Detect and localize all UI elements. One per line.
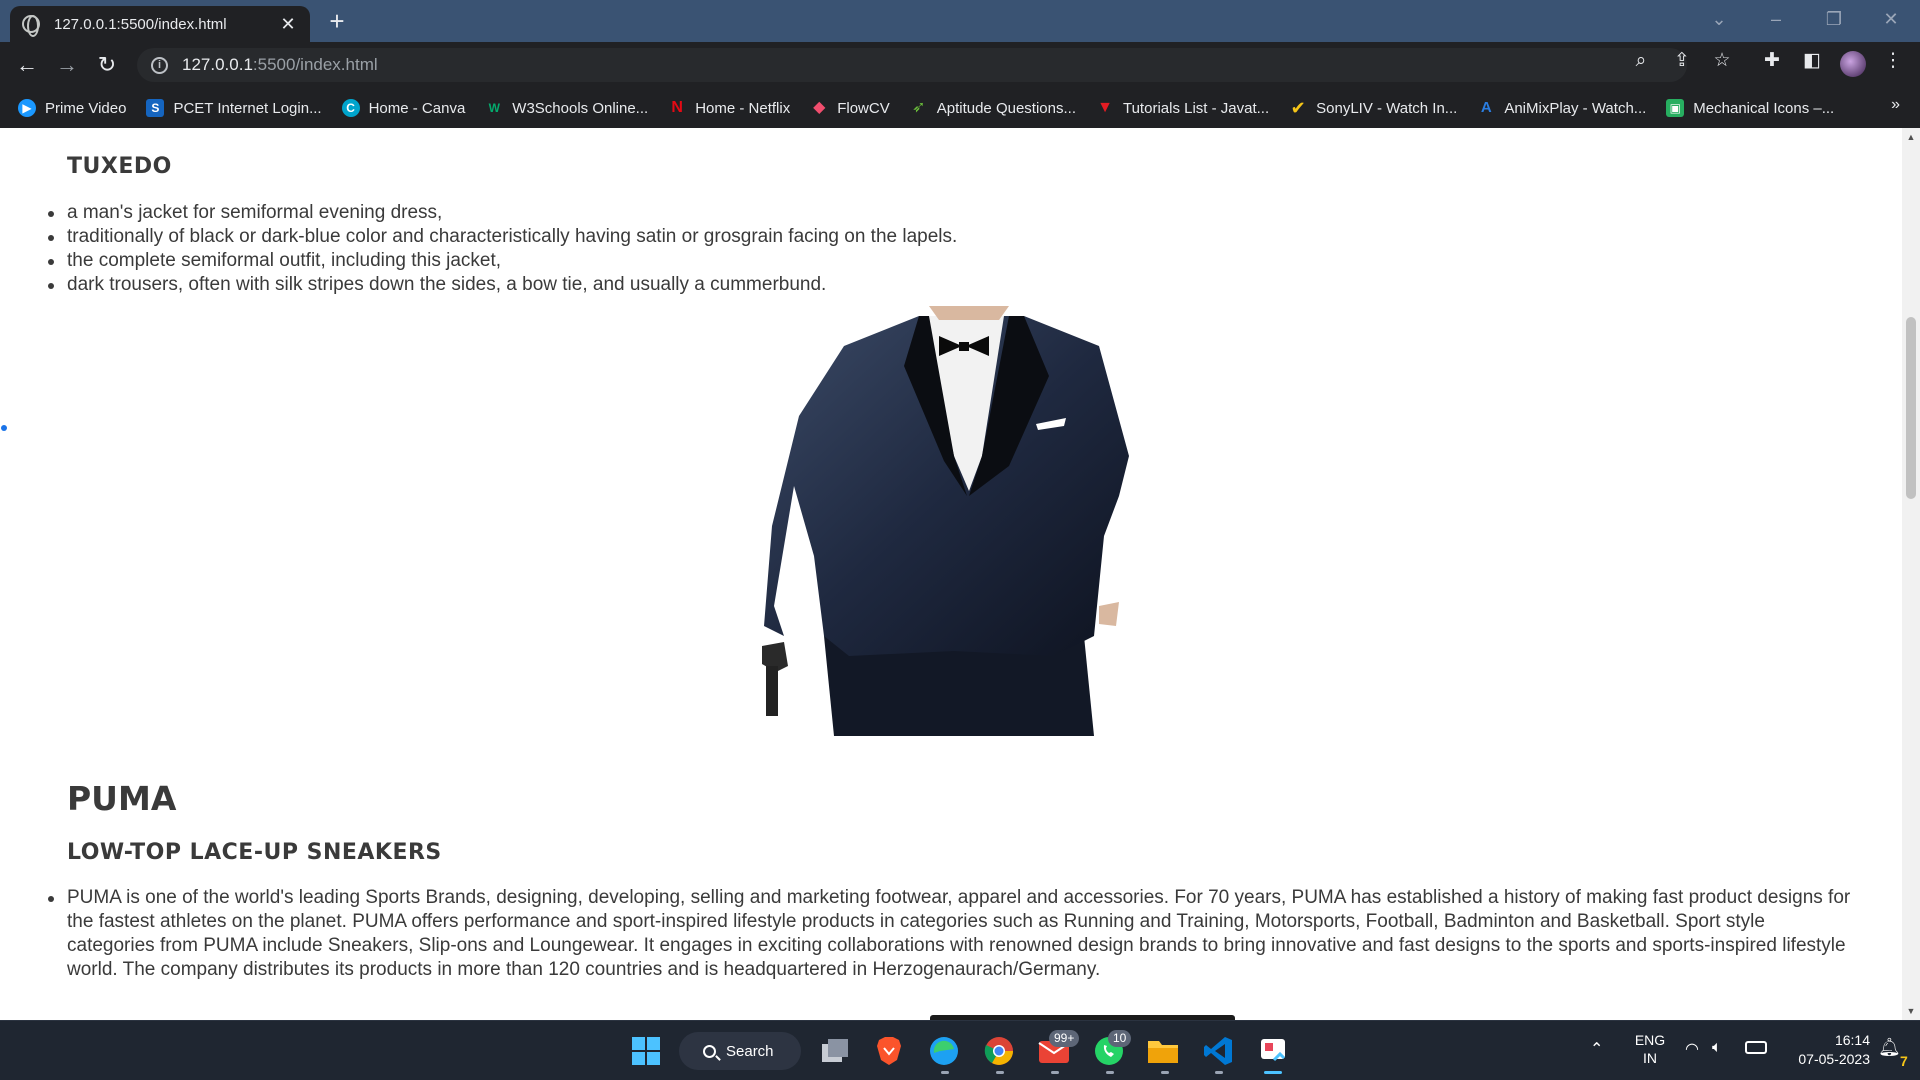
start-icon[interactable] [628,1033,664,1069]
bookmark-item[interactable]: W W3Schools Online... [485,99,649,117]
scroll-down-icon[interactable]: ▼ [1906,1006,1916,1016]
chrome-icon[interactable] [981,1033,1017,1069]
vscode-icon[interactable] [1200,1033,1236,1069]
mechanical-icons-icon: ▣ [1666,99,1685,117]
aptitude-icon: ➶ [912,99,926,116]
scroll-up-icon[interactable]: ▲ [1906,132,1916,142]
puma-title: PUMA [67,779,177,818]
list-item: a man's jacket for semiformal evening dr… [45,201,957,225]
bookmark-item[interactable]: S PCET Internet Login... [146,99,322,117]
prime-video-icon: ▶ [18,99,36,117]
snipping-tool-icon[interactable] [1255,1033,1291,1069]
sonyliv-icon: ✔ [1290,98,1306,118]
bookmarks-bar: ▶ Prime Video S PCET Internet Login... C Ho… [0,88,1920,128]
clock[interactable]: 16:14 07-05-2023 [1780,1031,1870,1069]
tab-close-icon[interactable]: ✕ [278,14,298,35]
notification-count: 7 [1900,1053,1908,1069]
whatsapp-badge: 10 [1108,1030,1132,1047]
task-view-icon[interactable] [817,1033,853,1069]
zoom-icon[interactable]: ⌕ [1628,48,1654,74]
side-panel-icon[interactable]: ◧ [1799,48,1825,74]
running-indicator [1051,1071,1059,1074]
browser-titlebar: 127.0.0.1:5500/index.html ✕ + ⌄ – ❐ ✕ [0,0,1920,42]
search-icon [703,1044,716,1058]
netflix-icon: N [671,99,683,116]
tab-search-icon[interactable]: ⌄ [1690,0,1748,42]
site-info-icon[interactable]: i [151,56,168,74]
list-item: dark trousers, often with silk stripes d… [45,273,957,297]
active-indicator [1264,1071,1282,1074]
bookmark-item[interactable]: ◆ FlowCV [810,99,890,117]
animixplay-icon: A [1480,99,1492,116]
url-host: 127.0.0.1 [182,55,253,74]
forward-icon[interactable]: → [52,50,82,80]
running-indicator [1161,1071,1169,1074]
page-viewport: TUXEDO a man's jacket for semiformal eve… [0,128,1902,1020]
extensions-icon[interactable]: ✚ [1759,48,1785,74]
new-tab-button[interactable]: + [322,6,352,36]
back-icon[interactable]: ← [12,50,42,80]
running-indicator [941,1071,949,1074]
mail-badge: 99+ [1049,1030,1080,1047]
notification-bell-icon[interactable]: 🔔︎ [1878,1037,1901,1058]
list-item: PUMA is one of the world's leading Sport… [45,886,1855,982]
running-indicator [1215,1071,1223,1074]
tuxedo-list: a man's jacket for semiformal evening dr… [45,201,957,297]
canva-icon: C [341,99,360,117]
show-hidden-icons[interactable]: ⌃ [1590,1039,1603,1059]
bookmark-star-icon[interactable]: ☆ [1709,48,1735,74]
edge-icon[interactable] [926,1033,962,1069]
bookmark-item[interactable]: ▣ Mechanical Icons –... [1666,99,1834,117]
file-explorer-icon[interactable] [1145,1033,1181,1069]
tab-title: 127.0.0.1:5500/index.html [54,15,227,33]
battery-icon[interactable] [1745,1041,1767,1054]
restore-button[interactable]: ❐ [1805,0,1863,42]
list-item: the complete semiformal outfit, includin… [45,249,957,273]
running-indicator [996,1071,1004,1074]
pcet-icon: S [146,99,165,117]
list-item: traditionally of black or dark-blue colo… [45,225,957,249]
bookmark-item[interactable]: ✔ SonyLIV - Watch In... [1289,98,1458,118]
puma-list: PUMA is one of the world's leading Sport… [45,886,1855,982]
taskbar-search[interactable]: Search [679,1032,801,1070]
bookmark-item[interactable]: A AniMixPlay - Watch... [1477,99,1646,117]
focus-dot [1,425,7,431]
language-indicator[interactable]: ENG IN [1630,1031,1670,1067]
browser-toolbar: ← → ↻ i 127.0.0.1:5500/index.html ⌕ ⇪ ☆ … [0,42,1920,88]
w3schools-icon: W [488,101,500,115]
bookmark-item[interactable]: C Home - Canva [341,99,465,117]
javatpoint-icon: ▼ [1097,99,1113,116]
bookmark-item[interactable]: N Home - Netflix [668,99,790,117]
flowcv-icon: ◆ [813,99,826,116]
brave-icon[interactable] [871,1033,907,1069]
bookmark-item[interactable]: ▼ Tutorials List - Javat... [1096,99,1269,117]
url-path: :5500/index.html [252,55,378,74]
tuxedo-image [762,306,1129,736]
running-indicator [1106,1071,1114,1074]
globe-icon [22,15,40,37]
menu-icon[interactable]: ⋮ [1880,48,1906,74]
windows-taskbar: Search 99+ 10 ⌃ ENG IN ◠ 🔈︎ 16:14 07-05-… [0,1020,1920,1080]
profile-avatar[interactable] [1840,51,1866,77]
reload-icon[interactable]: ↻ [92,50,122,80]
bookmark-item[interactable]: ▶ Prime Video [18,99,126,117]
tuxedo-heading: TUXEDO [67,154,172,179]
close-window-button[interactable]: ✕ [1862,0,1920,42]
page-scrollbar[interactable]: ▲ ▼ [1902,128,1920,1020]
more-bookmarks-icon[interactable]: » [1891,96,1900,114]
share-icon[interactable]: ⇪ [1669,48,1695,74]
minimize-button[interactable]: – [1747,0,1805,42]
wifi-icon[interactable]: ◠ [1685,1039,1699,1059]
active-tab[interactable]: 127.0.0.1:5500/index.html ✕ [10,6,310,42]
bookmark-item[interactable]: ➶ Aptitude Questions... [910,99,1076,117]
address-bar[interactable]: i 127.0.0.1:5500/index.html [137,48,1687,82]
puma-heading: LOW-TOP LACE-UP SNEAKERS [67,840,442,865]
volume-icon[interactable]: 🔈︎ [1712,1039,1722,1057]
scroll-thumb[interactable] [1906,317,1916,499]
